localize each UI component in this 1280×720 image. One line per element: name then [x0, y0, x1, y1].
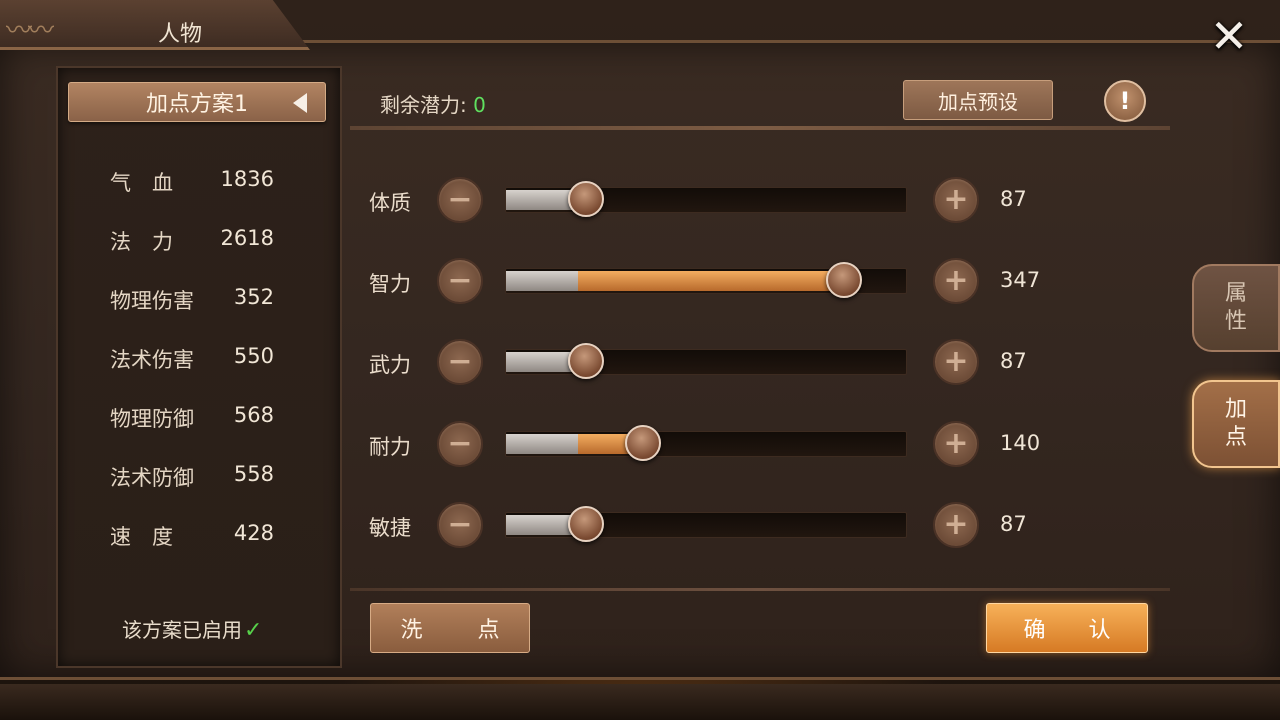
minus-button[interactable]: − [437, 502, 483, 548]
potential-value: 0 [473, 93, 486, 117]
attribute-slider[interactable] [505, 343, 907, 379]
minus-button[interactable]: − [437, 339, 483, 385]
tab-label-line: 性 [1224, 309, 1247, 334]
window-title-tab: 〰〰 [0, 0, 310, 50]
stat-label: 速 度 [110, 525, 173, 549]
attribute-label: 武力 [369, 353, 411, 377]
plus-button[interactable]: + [933, 339, 979, 385]
stat-value: 352 [233, 285, 274, 309]
stat-value: 2618 [220, 226, 274, 250]
stat-row-mp: 法 力 2618 [110, 226, 274, 256]
attribute-value: 87 [1000, 349, 1027, 373]
stat-value: 428 [233, 521, 274, 545]
plus-button[interactable]: + [933, 258, 979, 304]
slider-handle[interactable] [825, 262, 862, 298]
tab-label-line: 加 [1224, 397, 1247, 422]
triangle-left-icon [293, 93, 307, 113]
attribute-value: 347 [1000, 268, 1041, 292]
attribute-label: 敏捷 [369, 516, 411, 540]
divider [350, 126, 1170, 130]
stat-label: 法 力 [110, 230, 173, 254]
attribute-slider[interactable] [505, 506, 907, 542]
slider-handle[interactable] [568, 181, 605, 217]
info-icon[interactable]: ! [1104, 80, 1146, 122]
slider-base-fill [506, 434, 579, 454]
tab-label-line: 点 [1224, 425, 1247, 450]
stat-value: 1836 [220, 167, 274, 191]
potential-label: 剩余潜力: [380, 93, 467, 117]
reset-points-button[interactable]: 洗 点 [370, 603, 530, 653]
window-title: 人物 [158, 22, 203, 47]
attribute-label: 智力 [369, 272, 411, 296]
stat-row-magic-damage: 法术伤害 550 [110, 344, 274, 374]
attribute-label: 耐力 [369, 435, 411, 459]
tab-label-line: 属 [1224, 281, 1247, 306]
remaining-potential: 剩余潜力: 0 [380, 89, 486, 118]
plus-button[interactable]: + [933, 502, 979, 548]
minus-button[interactable]: − [437, 177, 483, 223]
preset-button[interactable]: 加点预设 [903, 80, 1053, 120]
stat-row-speed: 速 度 428 [110, 521, 274, 551]
stat-label: 物理防御 [110, 407, 194, 431]
bottom-scenery [0, 684, 1280, 720]
title-ornament-icon: 〰〰 [6, 16, 54, 46]
plus-button[interactable]: + [933, 421, 979, 467]
stat-value: 550 [233, 344, 274, 368]
checkmark-icon: ✓ [244, 618, 263, 643]
stat-value: 558 [233, 462, 274, 486]
attribute-slider[interactable] [505, 181, 907, 217]
stat-label: 气 血 [110, 171, 173, 195]
stat-value: 568 [233, 403, 274, 427]
attribute-value: 140 [1000, 431, 1041, 455]
stat-row-hp: 气 血 1836 [110, 167, 274, 197]
minus-button[interactable]: − [437, 421, 483, 467]
stat-row-magic-defense: 法术防御 558 [110, 462, 274, 492]
slider-handle[interactable] [568, 506, 605, 542]
plan-name: 加点方案1 [146, 92, 248, 117]
stat-label: 法术防御 [110, 466, 194, 490]
confirm-button[interactable]: 确 认 [986, 603, 1148, 653]
plus-button[interactable]: + [933, 177, 979, 223]
slider-handle[interactable] [624, 425, 661, 461]
stat-label: 法术伤害 [110, 348, 194, 372]
close-icon[interactable]: ✕ [1204, 6, 1254, 66]
attribute-value: 87 [1000, 187, 1027, 211]
stat-row-physical-damage: 物理伤害 352 [110, 285, 274, 315]
tab-add-points[interactable]: 加 点 [1192, 380, 1280, 468]
stat-row-physical-defense: 物理防御 568 [110, 403, 274, 433]
plan-selector-button[interactable]: 加点方案1 [68, 82, 326, 122]
divider [350, 588, 1170, 591]
slider-added-fill [578, 271, 844, 291]
plan-enabled-label: 该方案已启用 [122, 618, 242, 642]
attribute-label: 体质 [369, 191, 411, 215]
minus-button[interactable]: − [437, 258, 483, 304]
attribute-slider[interactable] [505, 425, 907, 461]
tab-attributes[interactable]: 属 性 [1192, 264, 1280, 352]
attribute-slider[interactable] [505, 262, 907, 298]
plan-enabled-status: 该方案已启用✓ [122, 614, 262, 643]
slider-handle[interactable] [568, 343, 605, 379]
stat-label: 物理伤害 [110, 289, 194, 313]
slider-base-fill [506, 271, 579, 291]
attribute-value: 87 [1000, 512, 1027, 536]
